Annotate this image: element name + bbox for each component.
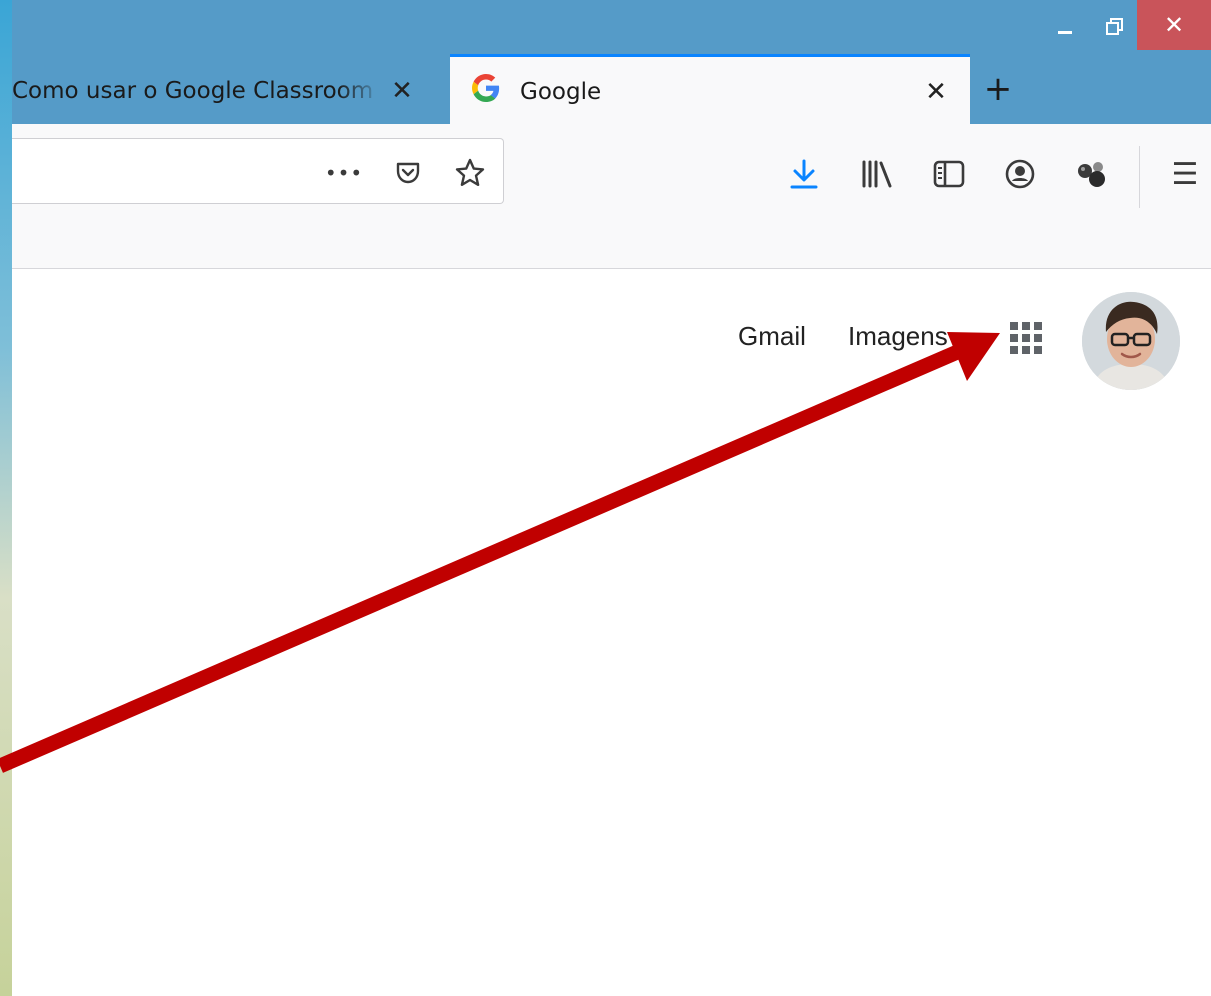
url-bar[interactable]: ••• bbox=[12, 138, 504, 204]
tab-title: Como usar o Google Classroom bbox=[12, 78, 374, 104]
apps-dot bbox=[1010, 346, 1018, 354]
pocket-icon[interactable] bbox=[390, 155, 426, 191]
apps-dot bbox=[1010, 334, 1018, 342]
apps-dot bbox=[1022, 322, 1030, 330]
apps-dot bbox=[1022, 334, 1030, 342]
page-content: Gmail Imagens bbox=[12, 269, 1211, 996]
google-apps-icon[interactable] bbox=[1007, 319, 1047, 359]
avatar[interactable] bbox=[1082, 292, 1180, 390]
apps-dot bbox=[1034, 334, 1042, 342]
library-icon[interactable] bbox=[857, 154, 897, 194]
navigation-toolbar: ••• ☰ bbox=[12, 124, 1211, 269]
tab-close-button[interactable]: ✕ bbox=[382, 76, 422, 106]
images-link[interactable]: Imagens bbox=[848, 321, 948, 352]
close-window-button[interactable]: ✕ bbox=[1137, 0, 1211, 50]
bookmark-star-icon[interactable] bbox=[452, 155, 488, 191]
minimize-button[interactable] bbox=[1041, 0, 1089, 50]
extension-icon[interactable] bbox=[1072, 154, 1112, 194]
apps-dot bbox=[1034, 346, 1042, 354]
gmail-link[interactable]: Gmail bbox=[738, 321, 806, 352]
apps-dot bbox=[1034, 322, 1042, 330]
download-icon[interactable] bbox=[784, 154, 824, 194]
window-controls: ✕ bbox=[1041, 0, 1211, 50]
title-bar: ✕ Como usar o Google Classroom ✕ Google … bbox=[12, 0, 1211, 126]
apps-dot bbox=[1022, 346, 1030, 354]
restore-icon bbox=[1106, 18, 1123, 35]
browser-window: ✕ Como usar o Google Classroom ✕ Google … bbox=[12, 0, 1211, 996]
tab-close-button[interactable]: ✕ bbox=[916, 77, 956, 107]
menu-icon[interactable]: ☰ bbox=[1165, 154, 1205, 194]
sidebar-icon[interactable] bbox=[929, 154, 969, 194]
tab-google[interactable]: Google ✕ bbox=[450, 54, 970, 126]
minimize-icon bbox=[1058, 30, 1072, 34]
apps-dot bbox=[1010, 322, 1018, 330]
tab-title: Google bbox=[520, 78, 602, 105]
tab-google-classroom[interactable]: Como usar o Google Classroom ✕ bbox=[12, 58, 450, 124]
google-favicon-icon bbox=[472, 74, 508, 109]
page-actions-icon[interactable]: ••• bbox=[325, 155, 362, 191]
account-icon[interactable] bbox=[1000, 154, 1040, 194]
new-tab-button[interactable]: + bbox=[980, 64, 1016, 114]
close-icon: ✕ bbox=[1163, 11, 1185, 39]
restore-button[interactable] bbox=[1089, 0, 1137, 50]
toolbar-separator bbox=[1139, 146, 1140, 208]
url-input[interactable] bbox=[20, 151, 314, 193]
